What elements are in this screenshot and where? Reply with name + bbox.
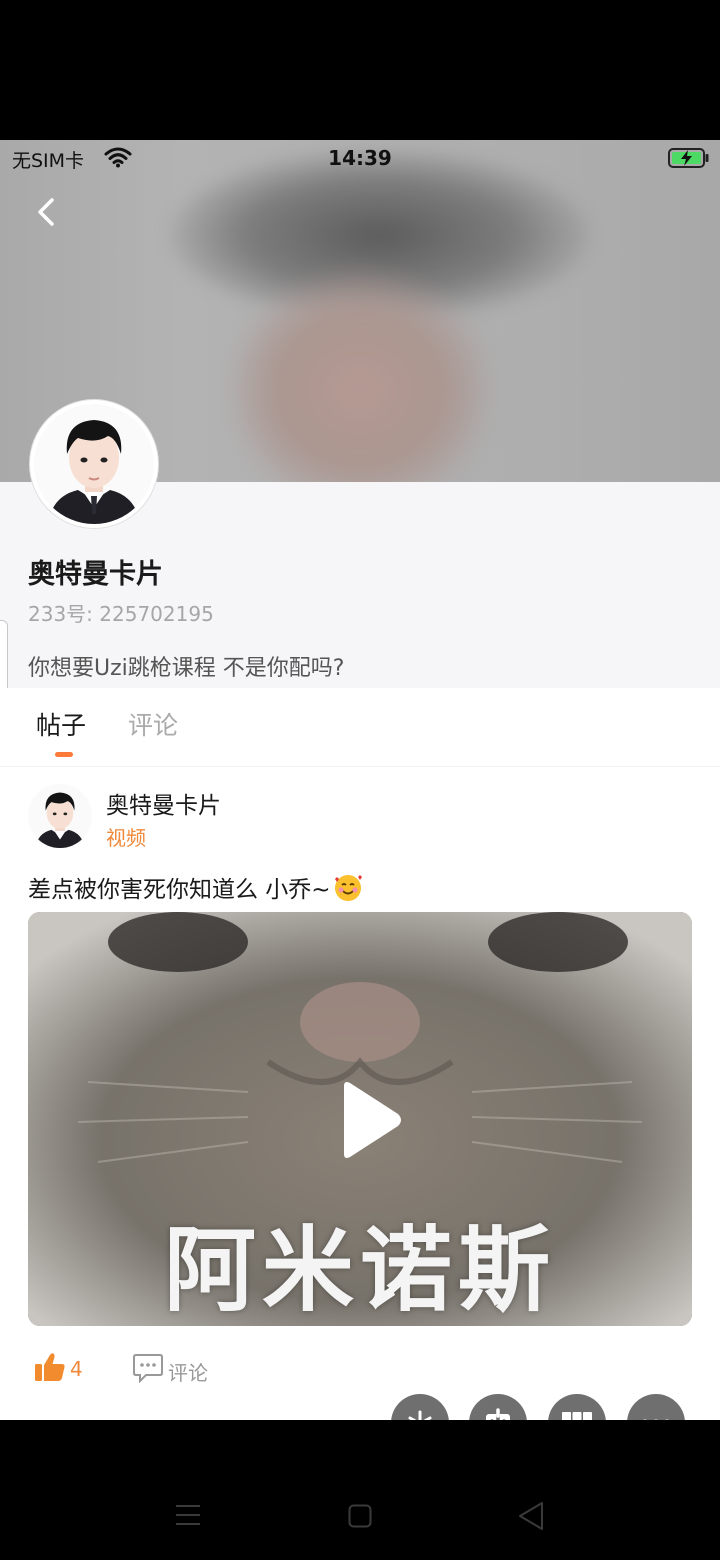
post-type-label: 视频 (106, 826, 146, 850)
post-text[interactable]: 差点被你害死你知道么 小乔~ (28, 870, 363, 909)
chevron-left-icon (38, 198, 54, 226)
home-icon[interactable] (348, 1504, 372, 1532)
thumbs-up-icon[interactable] (34, 1352, 66, 1386)
comment-icon[interactable] (132, 1353, 164, 1387)
profile-avatar[interactable] (30, 400, 158, 528)
post-text-content: 差点被你害死你知道么 小乔~ (28, 877, 331, 903)
tab-comments[interactable]: 评论 (128, 706, 178, 742)
uid-label: 233号: (28, 602, 93, 626)
uid-value: 225702195 (99, 602, 214, 626)
uid-row: 233号: 225702195 (28, 598, 214, 627)
content-area: 帖子 评论 奥特曼卡片 视频 差点被你害死你知道么 小乔~ 阿米诺斯 4 评论 (0, 688, 720, 1420)
menu-icon[interactable] (175, 1503, 201, 1531)
post-author-name[interactable]: 奥特曼卡片 (106, 786, 221, 820)
status-bar: 无SIM卡 14:39 (0, 140, 720, 176)
battery-charging-icon (668, 148, 710, 172)
clock: 14:39 (328, 146, 392, 170)
post-author-avatar[interactable] (28, 784, 92, 848)
comment-button-label[interactable]: 评论 (168, 1357, 208, 1386)
post-actions: 4 评论 (0, 1348, 720, 1398)
play-icon[interactable] (334, 1080, 404, 1160)
tab-divider (0, 766, 720, 767)
like-count: 4 (70, 1357, 83, 1381)
smiling-face-with-hearts-icon (333, 873, 363, 909)
top-black-area (0, 0, 720, 140)
back-button[interactable] (26, 192, 66, 232)
back-triangle-icon[interactable] (517, 1501, 545, 1535)
system-nav-bar (0, 1420, 720, 1560)
profile-bio: 你想要Uzi跳枪课程 不是你配吗? (28, 656, 345, 681)
video-player[interactable]: 阿米诺斯 (28, 912, 692, 1326)
tab-active-indicator (55, 752, 73, 757)
video-caption: 阿米诺斯 (163, 1217, 556, 1324)
tab-bar: 帖子 评论 (0, 688, 720, 767)
profile-name: 奥特曼卡片 (28, 559, 163, 590)
tab-posts[interactable]: 帖子 (36, 706, 86, 742)
